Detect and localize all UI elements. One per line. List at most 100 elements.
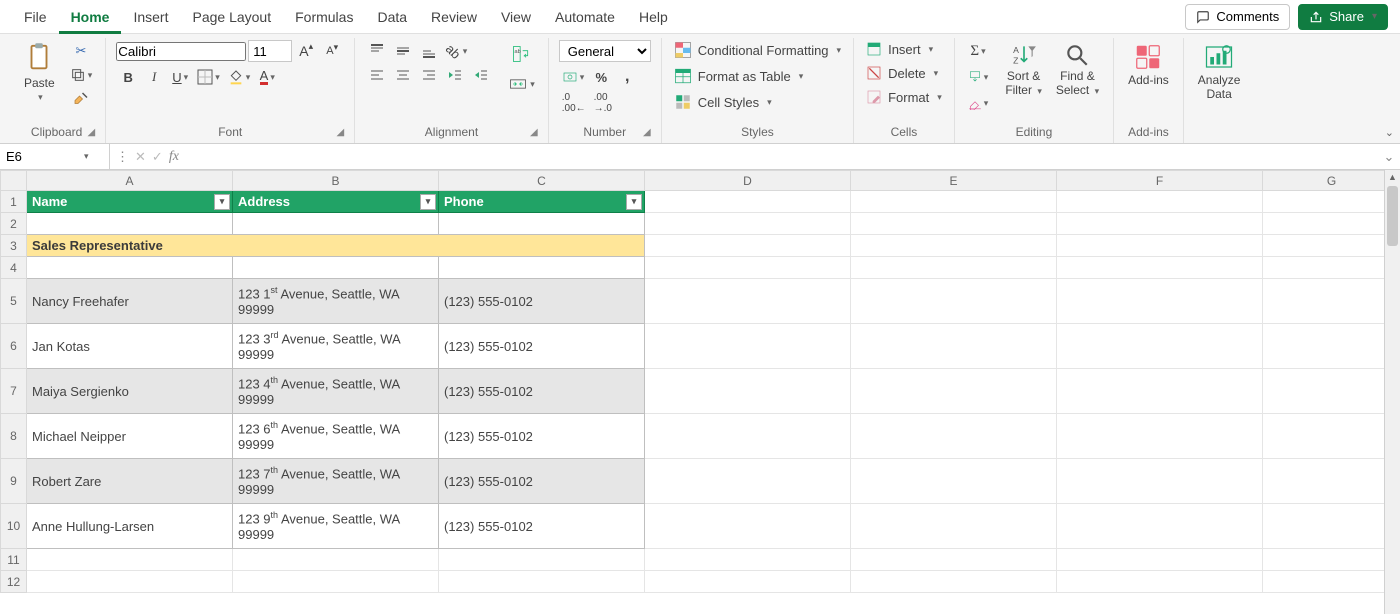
- dialog-launcher-icon[interactable]: ◢: [643, 127, 651, 138]
- cell-C2[interactable]: [439, 213, 645, 235]
- filter-button[interactable]: ▾: [214, 194, 230, 210]
- cell-E5[interactable]: [851, 279, 1057, 324]
- underline-button[interactable]: U▾: [168, 66, 192, 88]
- cell-D11[interactable]: [645, 549, 851, 571]
- cell-B6[interactable]: 123 3rd Avenue, Seattle, WA 99999: [233, 324, 439, 369]
- cell-D4[interactable]: [645, 257, 851, 279]
- vertical-scrollbar[interactable]: ▲: [1384, 170, 1400, 614]
- cell-B8[interactable]: 123 6th Avenue, Seattle, WA 99999: [233, 414, 439, 459]
- cell-E7[interactable]: [851, 369, 1057, 414]
- cell-E9[interactable]: [851, 459, 1057, 504]
- formula-input[interactable]: [185, 144, 1378, 169]
- row-header-1[interactable]: 1: [1, 191, 27, 213]
- cell-C8[interactable]: (123) 555-0102: [439, 414, 645, 459]
- scroll-up-icon[interactable]: ▲: [1385, 172, 1400, 182]
- col-header-F[interactable]: F: [1057, 171, 1263, 191]
- cell-E12[interactable]: [851, 571, 1057, 593]
- cell-D3[interactable]: [645, 235, 851, 257]
- cell-G11[interactable]: [1263, 549, 1400, 571]
- clear-button[interactable]: ▾: [965, 92, 992, 114]
- comments-button[interactable]: Comments: [1185, 4, 1290, 30]
- font-color-button[interactable]: A▾: [255, 66, 279, 88]
- filter-button[interactable]: ▾: [626, 194, 642, 210]
- name-box[interactable]: ▾: [0, 144, 110, 169]
- align-center-button[interactable]: [391, 64, 415, 86]
- cell-E3[interactable]: [851, 235, 1057, 257]
- row-header-5[interactable]: 5: [1, 279, 27, 324]
- insert-function-button[interactable]: fx: [169, 149, 179, 165]
- borders-button[interactable]: ▾: [194, 66, 223, 88]
- accounting-format-button[interactable]: ▾: [559, 66, 588, 88]
- row-header-12[interactable]: 12: [1, 571, 27, 593]
- cell-F3[interactable]: [1057, 235, 1263, 257]
- row-header-2[interactable]: 2: [1, 213, 27, 235]
- tab-data[interactable]: Data: [365, 0, 419, 34]
- expand-formula-bar-button[interactable]: ⌄: [1378, 149, 1400, 165]
- cell-A7[interactable]: Maiya Sergienko: [27, 369, 233, 414]
- tab-automate[interactable]: Automate: [543, 0, 627, 34]
- enter-formula-button[interactable]: ✓: [152, 149, 163, 165]
- cell-A5[interactable]: Nancy Freehafer: [27, 279, 233, 324]
- select-all-button[interactable]: [1, 171, 27, 191]
- align-left-button[interactable]: [365, 64, 389, 86]
- comma-format-button[interactable]: ,: [615, 66, 639, 88]
- cell-C11[interactable]: [439, 549, 645, 571]
- row-header-10[interactable]: 10: [1, 504, 27, 549]
- col-header-C[interactable]: C: [439, 171, 645, 191]
- row-header-6[interactable]: 6: [1, 324, 27, 369]
- col-header-D[interactable]: D: [645, 171, 851, 191]
- cell-C10[interactable]: (123) 555-0102: [439, 504, 645, 549]
- cell-A1[interactable]: Name▾: [27, 191, 233, 213]
- cell-F1[interactable]: [1057, 191, 1263, 213]
- number-format-select[interactable]: General: [559, 40, 651, 62]
- tab-file[interactable]: File: [12, 0, 59, 34]
- cell-F4[interactable]: [1057, 257, 1263, 279]
- col-header-A[interactable]: A: [27, 171, 233, 191]
- cell-D5[interactable]: [645, 279, 851, 324]
- row-header-11[interactable]: 11: [1, 549, 27, 571]
- merge-center-button[interactable]: ▾: [505, 70, 538, 98]
- format-cells-button[interactable]: Format▾: [864, 88, 944, 106]
- cell-D9[interactable]: [645, 459, 851, 504]
- cell-A4[interactable]: [27, 257, 233, 279]
- cell-B11[interactable]: [233, 549, 439, 571]
- cell-B9[interactable]: 123 7th Avenue, Seattle, WA 99999: [233, 459, 439, 504]
- cell-D7[interactable]: [645, 369, 851, 414]
- find-select-button[interactable]: Find &Select ▾: [1052, 40, 1103, 100]
- row-header-4[interactable]: 4: [1, 257, 27, 279]
- cell-F5[interactable]: [1057, 279, 1263, 324]
- cell-C7[interactable]: (123) 555-0102: [439, 369, 645, 414]
- cell-D12[interactable]: [645, 571, 851, 593]
- col-header-E[interactable]: E: [851, 171, 1057, 191]
- tab-formulas[interactable]: Formulas: [283, 0, 365, 34]
- cell-D10[interactable]: [645, 504, 851, 549]
- cell-G9[interactable]: [1263, 459, 1400, 504]
- cell-F9[interactable]: [1057, 459, 1263, 504]
- increase-decimal-button[interactable]: .0.00←: [559, 92, 589, 114]
- orientation-button[interactable]: ab▾: [443, 40, 470, 62]
- col-header-B[interactable]: B: [233, 171, 439, 191]
- percent-format-button[interactable]: %: [589, 66, 613, 88]
- cell-B10[interactable]: 123 9th Avenue, Seattle, WA 99999: [233, 504, 439, 549]
- cell-G10[interactable]: [1263, 504, 1400, 549]
- cell-B2[interactable]: [233, 213, 439, 235]
- cell-E4[interactable]: [851, 257, 1057, 279]
- cell-C12[interactable]: [439, 571, 645, 593]
- cell-E6[interactable]: [851, 324, 1057, 369]
- cell-E8[interactable]: [851, 414, 1057, 459]
- collapse-ribbon-button[interactable]: ⌄: [1385, 126, 1394, 139]
- row-header-9[interactable]: 9: [1, 459, 27, 504]
- align-middle-button[interactable]: [391, 40, 415, 62]
- cell-G3[interactable]: [1263, 235, 1400, 257]
- tab-help[interactable]: Help: [627, 0, 680, 34]
- cell-D2[interactable]: [645, 213, 851, 235]
- dialog-launcher-icon[interactable]: ◢: [337, 127, 345, 138]
- cell-E1[interactable]: [851, 191, 1057, 213]
- fill-color-button[interactable]: ▾: [225, 66, 254, 88]
- format-as-table-button[interactable]: Format as Table▾: [672, 66, 843, 86]
- cell-E2[interactable]: [851, 213, 1057, 235]
- sort-filter-button[interactable]: AZ Sort &Filter ▾: [1001, 40, 1046, 100]
- cell-F11[interactable]: [1057, 549, 1263, 571]
- cell-styles-button[interactable]: Cell Styles▾: [672, 92, 843, 112]
- cell-A3[interactable]: Sales Representative: [27, 235, 645, 257]
